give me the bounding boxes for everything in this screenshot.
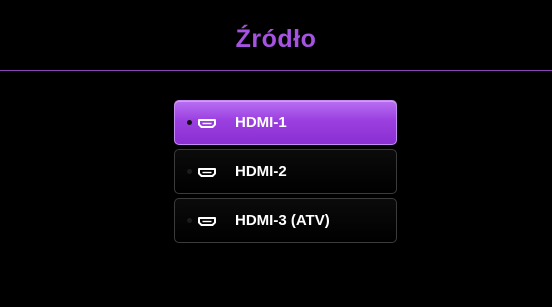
source-label: HDMI-1 <box>235 114 287 131</box>
selection-dot <box>187 218 192 223</box>
hdmi-port-icon <box>198 217 216 226</box>
source-label: HDMI-2 <box>235 163 287 180</box>
title-divider <box>0 70 552 71</box>
source-item-hdmi-1[interactable]: HDMI-1 <box>174 100 397 145</box>
hdmi-port-icon <box>198 119 216 128</box>
source-menu-screen: Źródło HDMI-1 HDMI-2 HDMI-3 (ATV) <box>0 0 552 307</box>
source-list: HDMI-1 HDMI-2 HDMI-3 (ATV) <box>174 100 397 247</box>
source-item-hdmi-2[interactable]: HDMI-2 <box>174 149 397 194</box>
hdmi-port-icon <box>198 168 216 177</box>
source-label: HDMI-3 (ATV) <box>235 212 330 229</box>
selection-dot <box>187 169 192 174</box>
menu-title: Źródło <box>235 25 317 53</box>
selection-dot <box>187 120 192 125</box>
source-item-hdmi-3[interactable]: HDMI-3 (ATV) <box>174 198 397 243</box>
